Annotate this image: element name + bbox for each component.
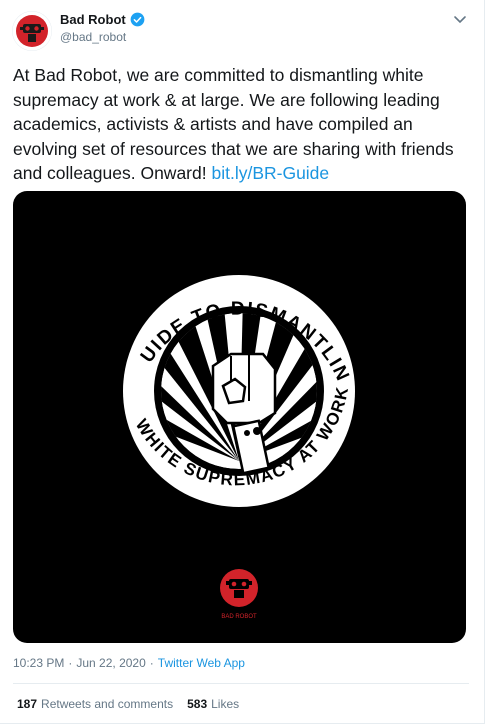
chevron-down-icon[interactable] bbox=[452, 12, 468, 28]
meta-separator: · bbox=[68, 656, 73, 670]
guide-graphic: GUIDE TO DISMANTLING WHITE SUPREMACY AT … bbox=[13, 191, 355, 620]
likes-count[interactable]: 583 bbox=[187, 697, 207, 711]
divider bbox=[13, 683, 469, 684]
avatar[interactable] bbox=[12, 11, 52, 51]
account-name-row[interactable]: Bad Robot bbox=[60, 12, 145, 27]
bad-robot-logo-text: BAD ROBOT bbox=[221, 614, 257, 620]
retweets-count[interactable]: 187 bbox=[17, 697, 37, 711]
tweet-text: At Bad Robot, we are committed to disman… bbox=[13, 63, 471, 186]
likes-label[interactable]: Likes bbox=[211, 697, 239, 711]
tweet-link[interactable]: bit.ly/BR-Guide bbox=[211, 163, 329, 183]
tweet-stats: 187 Retweets and comments 583 Likes bbox=[17, 697, 239, 711]
bad-robot-logo-icon bbox=[12, 11, 52, 51]
meta-separator: · bbox=[149, 656, 154, 670]
verified-badge-icon bbox=[130, 12, 145, 27]
tweet-date[interactable]: Jun 22, 2020 bbox=[76, 656, 145, 670]
tweet-app-source[interactable]: Twitter Web App bbox=[158, 656, 245, 670]
bad-robot-small-logo bbox=[220, 569, 258, 607]
retweets-label[interactable]: Retweets and comments bbox=[41, 697, 173, 711]
tweet-media[interactable]: GUIDE TO DISMANTLING WHITE SUPREMACY AT … bbox=[13, 191, 466, 643]
account-name[interactable]: Bad Robot bbox=[60, 12, 126, 27]
tweet-meta: 10:23 PM · Jun 22, 2020 · Twitter Web Ap… bbox=[13, 656, 245, 670]
account-handle[interactable]: @bad_robot bbox=[60, 30, 126, 44]
tweet-time[interactable]: 10:23 PM bbox=[13, 656, 64, 670]
